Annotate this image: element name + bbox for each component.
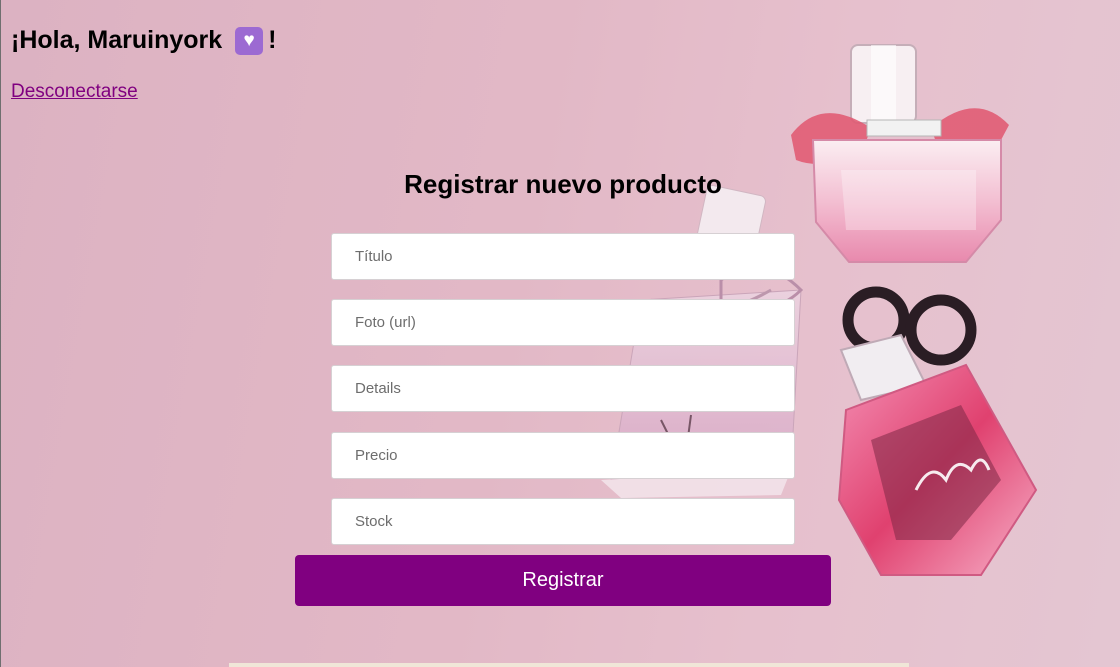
price-input[interactable] bbox=[331, 432, 795, 479]
details-input[interactable] bbox=[331, 365, 795, 412]
logout-link[interactable]: Desconectarse bbox=[11, 81, 138, 103]
form-title: Registrar nuevo producto bbox=[404, 169, 722, 199]
register-button[interactable]: Registrar bbox=[295, 555, 831, 606]
greeting-exclamation: ! bbox=[268, 26, 277, 54]
purple-heart-icon: ♥ bbox=[235, 26, 264, 55]
greeting-heading: ¡Hola, Maruinyork ♥ ! bbox=[11, 26, 276, 55]
greeting-text: ¡Hola, Maruinyork bbox=[11, 26, 223, 54]
title-input[interactable] bbox=[331, 233, 795, 280]
pink-perfume-bottle-top bbox=[791, 44, 1009, 263]
stock-input[interactable] bbox=[331, 498, 795, 545]
photo-url-input[interactable] bbox=[331, 299, 795, 346]
footer-strip bbox=[229, 663, 909, 667]
pink-perfume-bottle-bottom bbox=[837, 286, 1038, 576]
